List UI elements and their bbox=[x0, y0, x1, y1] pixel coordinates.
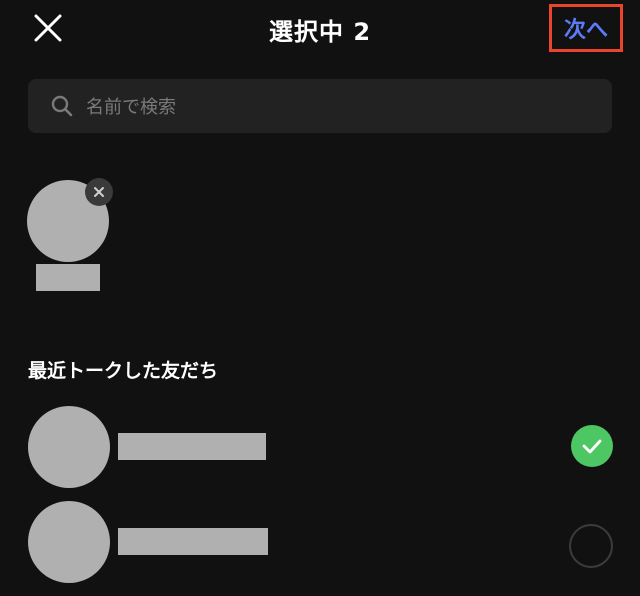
search-input[interactable] bbox=[84, 79, 598, 135]
selected-checkbox[interactable] bbox=[571, 425, 613, 467]
checkmark-icon bbox=[582, 439, 602, 454]
friend-select-screen: 選択中 2 次へ 最近トークした友だち bbox=[0, 0, 640, 596]
next-button[interactable]: 次へ bbox=[549, 4, 623, 52]
avatar bbox=[28, 406, 110, 488]
friend-row[interactable] bbox=[0, 402, 640, 492]
remove-icon bbox=[94, 187, 104, 197]
section-heading-recent: 最近トークした友だち bbox=[28, 360, 219, 382]
unselected-checkbox[interactable] bbox=[569, 524, 613, 568]
selected-friend-chip bbox=[26, 178, 116, 294]
search-icon bbox=[50, 94, 74, 118]
avatar bbox=[28, 501, 110, 583]
header-bar: 選択中 2 次へ bbox=[0, 0, 640, 56]
remove-selected-button[interactable] bbox=[85, 178, 113, 206]
friend-name-redacted bbox=[118, 433, 266, 460]
search-bar bbox=[28, 79, 612, 135]
friend-row[interactable] bbox=[0, 497, 640, 587]
friend-name-redacted bbox=[118, 528, 268, 555]
next-button-label: 次へ bbox=[563, 18, 608, 43]
selected-friend-name-redacted bbox=[36, 264, 100, 291]
page-title: 選択中 2 bbox=[268, 18, 372, 46]
